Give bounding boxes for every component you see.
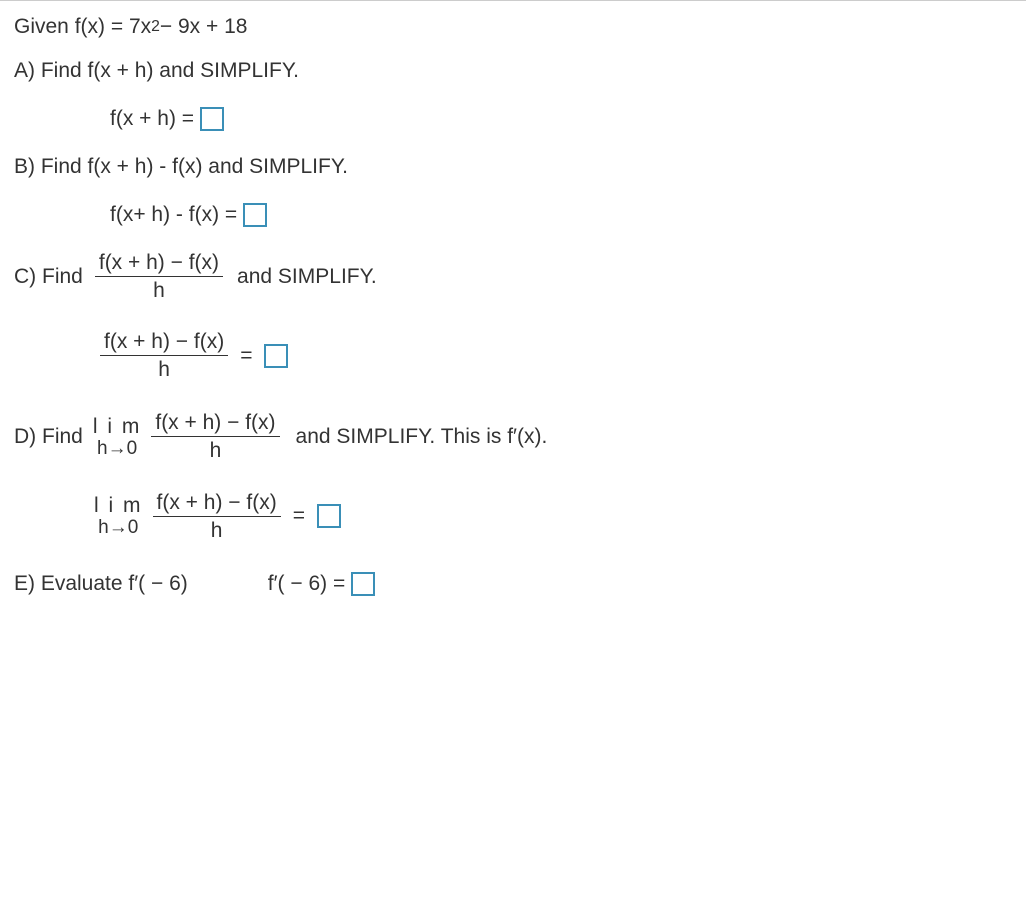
part-d-suffix: and SIMPLIFY. This is f′(x). <box>296 425 548 449</box>
part-d-ans-num: f(x + h) − f(x) <box>153 491 281 516</box>
part-c-ans-num: f(x + h) − f(x) <box>100 330 228 355</box>
part-c-prompt: C) Find f(x + h) − f(x) h and SIMPLIFY. <box>14 251 1012 302</box>
part-d-ans-lim-bot: h→0 <box>98 518 138 537</box>
part-c-fraction: f(x + h) − f(x) h <box>95 251 223 302</box>
part-d-frac-den: h <box>151 436 279 462</box>
part-d-prefix: D) Find <box>14 425 83 449</box>
part-d-ans-limit: l i m h→0 <box>94 495 143 537</box>
part-c-ans-den: h <box>100 355 228 381</box>
part-d-lim-top: l i m <box>93 416 142 437</box>
part-c-answer-row: f(x + h) − f(x) h = <box>14 330 1012 381</box>
given-expression: Given f(x) = 7x2 − 9x + 18 <box>14 15 1012 39</box>
part-c-eq: = <box>240 344 252 368</box>
part-c-prefix: C) Find <box>14 265 83 289</box>
part-b-lhs: f(x+ h) - f(x) = <box>110 203 237 227</box>
part-c-suffix: and SIMPLIFY. <box>237 265 377 289</box>
part-d-ans-lim-top: l i m <box>94 495 143 516</box>
part-c-frac-den: h <box>95 276 223 302</box>
part-d-ans-den: h <box>153 516 281 542</box>
part-d-answer-input[interactable] <box>317 504 341 528</box>
part-a-answer-row: f(x + h) = <box>14 107 1012 131</box>
part-d-eq: = <box>293 504 305 528</box>
given-text-suffix: − 9x + 18 <box>160 15 248 39</box>
part-b-answer-row: f(x+ h) - f(x) = <box>14 203 1012 227</box>
part-a-prompt: A) Find f(x + h) and SIMPLIFY. <box>14 59 1012 83</box>
part-a-answer-input[interactable] <box>200 107 224 131</box>
part-e-row: E) Evaluate f′( − 6) f′( − 6) = <box>14 572 1012 596</box>
part-d-ans-fraction: f(x + h) − f(x) h <box>153 491 281 542</box>
part-d-lim-bot: h→0 <box>97 439 137 458</box>
part-d-fraction: f(x + h) − f(x) h <box>151 411 279 462</box>
part-a-lhs: f(x + h) = <box>110 107 194 131</box>
given-text-prefix: Given f(x) = 7x <box>14 15 151 39</box>
part-e-prompt: E) Evaluate f′( − 6) <box>14 572 188 596</box>
part-d-limit: l i m h→0 <box>93 416 142 458</box>
part-c-answer-input[interactable] <box>264 344 288 368</box>
part-b-prompt: B) Find f(x + h) - f(x) and SIMPLIFY. <box>14 155 1012 179</box>
part-d-answer-row: l i m h→0 f(x + h) − f(x) h = <box>14 491 1012 542</box>
part-c-frac-num: f(x + h) − f(x) <box>95 251 223 276</box>
part-d-frac-num: f(x + h) − f(x) <box>151 411 279 436</box>
part-e-rhs: f′( − 6) = <box>268 572 345 596</box>
part-c-ans-fraction: f(x + h) − f(x) h <box>100 330 228 381</box>
part-d-prompt: D) Find l i m h→0 f(x + h) − f(x) h and … <box>14 411 1012 462</box>
part-b-answer-input[interactable] <box>243 203 267 227</box>
part-e-answer-input[interactable] <box>351 572 375 596</box>
